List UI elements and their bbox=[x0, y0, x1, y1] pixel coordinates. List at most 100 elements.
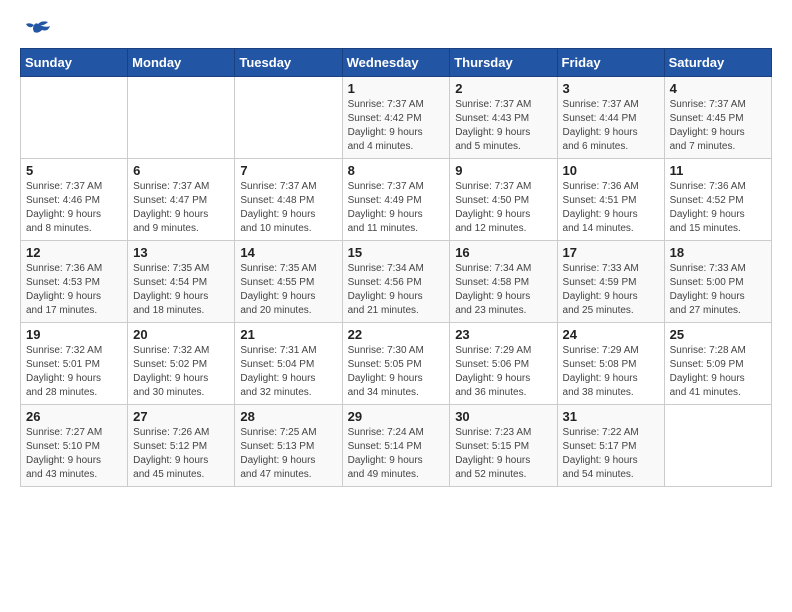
day-number: 16 bbox=[455, 245, 551, 260]
calendar-cell: 22 Sunrise: 7:30 AM Sunset: 5:05 PM Dayli… bbox=[342, 323, 450, 405]
calendar-week-row: 1Sunrise: 7:37 AM Sunset: 4:42 PM Daylig… bbox=[21, 77, 772, 159]
day-info: Sunrise: 7:26 AM Sunset: 5:12 PM Dayligh… bbox=[133, 426, 229, 482]
day-info: Sunrise: 7:36 AM Sunset: 4:52 PM Dayligh… bbox=[670, 180, 766, 236]
calendar-cell: 30 Sunrise: 7:23 AM Sunset: 5:15 PM Dayli… bbox=[450, 405, 557, 487]
day-info: Sunrise: 7:37 AM Sunset: 4:50 PM Dayligh… bbox=[455, 180, 551, 236]
day-number: 7 bbox=[240, 163, 336, 178]
calendar-cell: 14 Sunrise: 7:35 AM Sunset: 4:55 PM Dayli… bbox=[235, 241, 342, 323]
day-info: Sunrise: 7:29 AM Sunset: 5:06 PM Dayligh… bbox=[455, 344, 551, 400]
calendar-cell: 28Sunrise: 7:25 AM Sunset: 5:13 PM Dayli… bbox=[235, 405, 342, 487]
day-info: Sunrise: 7:32 AM Sunset: 5:01 PM Dayligh… bbox=[26, 344, 122, 400]
logo bbox=[20, 20, 52, 38]
day-number: 25 bbox=[670, 327, 766, 342]
day-number: 29 bbox=[348, 409, 445, 424]
day-number: 18 bbox=[670, 245, 766, 260]
day-info: Sunrise: 7:22 AM Sunset: 5:17 PM Dayligh… bbox=[563, 426, 659, 482]
calendar-header: SundayMondayTuesdayWednesdayThursdayFrid… bbox=[21, 49, 772, 77]
calendar-cell: 9 Sunrise: 7:37 AM Sunset: 4:50 PM Daylig… bbox=[450, 159, 557, 241]
day-number: 23 bbox=[455, 327, 551, 342]
calendar-cell: 3 Sunrise: 7:37 AM Sunset: 4:44 PM Daylig… bbox=[557, 77, 664, 159]
day-info: Sunrise: 7:37 AM Sunset: 4:46 PM Dayligh… bbox=[26, 180, 122, 236]
calendar-week-row: 26 Sunrise: 7:27 AM Sunset: 5:10 PM Dayli… bbox=[21, 405, 772, 487]
calendar-week-row: 19 Sunrise: 7:32 AM Sunset: 5:01 PM Dayli… bbox=[21, 323, 772, 405]
logo-bird-icon bbox=[24, 20, 52, 42]
calendar-cell: 15 Sunrise: 7:34 AM Sunset: 4:56 PM Dayli… bbox=[342, 241, 450, 323]
calendar-cell: 6 Sunrise: 7:37 AM Sunset: 4:47 PM Daylig… bbox=[128, 159, 235, 241]
day-number: 20 bbox=[133, 327, 229, 342]
calendar-week-row: 5 Sunrise: 7:37 AM Sunset: 4:46 PM Daylig… bbox=[21, 159, 772, 241]
day-info: Sunrise: 7:33 AM Sunset: 4:59 PM Dayligh… bbox=[563, 262, 659, 318]
day-info: Sunrise: 7:29 AM Sunset: 5:08 PM Dayligh… bbox=[563, 344, 659, 400]
calendar-cell: 27Sunrise: 7:26 AM Sunset: 5:12 PM Dayli… bbox=[128, 405, 235, 487]
day-info: Sunrise: 7:36 AM Sunset: 4:53 PM Dayligh… bbox=[26, 262, 122, 318]
day-number: 2 bbox=[455, 81, 551, 96]
day-number: 9 bbox=[455, 163, 551, 178]
day-info: Sunrise: 7:35 AM Sunset: 4:54 PM Dayligh… bbox=[133, 262, 229, 318]
calendar-cell: 21 Sunrise: 7:31 AM Sunset: 5:04 PM Dayli… bbox=[235, 323, 342, 405]
calendar-table: SundayMondayTuesdayWednesdayThursdayFrid… bbox=[20, 48, 772, 487]
calendar-cell bbox=[235, 77, 342, 159]
day-number: 26 bbox=[26, 409, 122, 424]
day-number: 8 bbox=[348, 163, 445, 178]
day-number: 4 bbox=[670, 81, 766, 96]
day-number: 22 bbox=[348, 327, 445, 342]
weekday-header: Tuesday bbox=[235, 49, 342, 77]
calendar-cell: 18 Sunrise: 7:33 AM Sunset: 5:00 PM Dayli… bbox=[664, 241, 771, 323]
calendar-cell: 17 Sunrise: 7:33 AM Sunset: 4:59 PM Dayli… bbox=[557, 241, 664, 323]
day-info: Sunrise: 7:24 AM Sunset: 5:14 PM Dayligh… bbox=[348, 426, 445, 482]
day-number: 5 bbox=[26, 163, 122, 178]
calendar-cell: 2Sunrise: 7:37 AM Sunset: 4:43 PM Daylig… bbox=[450, 77, 557, 159]
calendar-cell: 12 Sunrise: 7:36 AM Sunset: 4:53 PM Dayli… bbox=[21, 241, 128, 323]
day-info: Sunrise: 7:27 AM Sunset: 5:10 PM Dayligh… bbox=[26, 426, 122, 482]
day-number: 10 bbox=[563, 163, 659, 178]
day-info: Sunrise: 7:30 AM Sunset: 5:05 PM Dayligh… bbox=[348, 344, 445, 400]
calendar-cell: 8 Sunrise: 7:37 AM Sunset: 4:49 PM Daylig… bbox=[342, 159, 450, 241]
weekday-header: Friday bbox=[557, 49, 664, 77]
weekday-header: Saturday bbox=[664, 49, 771, 77]
calendar-cell: 1Sunrise: 7:37 AM Sunset: 4:42 PM Daylig… bbox=[342, 77, 450, 159]
day-number: 19 bbox=[26, 327, 122, 342]
day-info: Sunrise: 7:34 AM Sunset: 4:58 PM Dayligh… bbox=[455, 262, 551, 318]
calendar-cell: 25Sunrise: 7:28 AM Sunset: 5:09 PM Dayli… bbox=[664, 323, 771, 405]
day-info: Sunrise: 7:37 AM Sunset: 4:47 PM Dayligh… bbox=[133, 180, 229, 236]
day-info: Sunrise: 7:37 AM Sunset: 4:44 PM Dayligh… bbox=[563, 98, 659, 154]
day-number: 17 bbox=[563, 245, 659, 260]
day-info: Sunrise: 7:25 AM Sunset: 5:13 PM Dayligh… bbox=[240, 426, 336, 482]
day-number: 30 bbox=[455, 409, 551, 424]
calendar-cell: 24 Sunrise: 7:29 AM Sunset: 5:08 PM Dayli… bbox=[557, 323, 664, 405]
day-number: 31 bbox=[563, 409, 659, 424]
day-info: Sunrise: 7:32 AM Sunset: 5:02 PM Dayligh… bbox=[133, 344, 229, 400]
day-number: 3 bbox=[563, 81, 659, 96]
day-number: 24 bbox=[563, 327, 659, 342]
day-number: 21 bbox=[240, 327, 336, 342]
day-info: Sunrise: 7:34 AM Sunset: 4:56 PM Dayligh… bbox=[348, 262, 445, 318]
day-info: Sunrise: 7:37 AM Sunset: 4:42 PM Dayligh… bbox=[348, 98, 445, 154]
calendar-cell: 16 Sunrise: 7:34 AM Sunset: 4:58 PM Dayli… bbox=[450, 241, 557, 323]
weekday-header: Sunday bbox=[21, 49, 128, 77]
day-info: Sunrise: 7:33 AM Sunset: 5:00 PM Dayligh… bbox=[670, 262, 766, 318]
day-number: 15 bbox=[348, 245, 445, 260]
calendar-cell: 5 Sunrise: 7:37 AM Sunset: 4:46 PM Daylig… bbox=[21, 159, 128, 241]
calendar-cell: 23 Sunrise: 7:29 AM Sunset: 5:06 PM Dayli… bbox=[450, 323, 557, 405]
day-number: 12 bbox=[26, 245, 122, 260]
calendar-cell bbox=[664, 405, 771, 487]
calendar-cell: 13 Sunrise: 7:35 AM Sunset: 4:54 PM Dayli… bbox=[128, 241, 235, 323]
day-number: 6 bbox=[133, 163, 229, 178]
weekday-header: Wednesday bbox=[342, 49, 450, 77]
calendar-week-row: 12 Sunrise: 7:36 AM Sunset: 4:53 PM Dayli… bbox=[21, 241, 772, 323]
day-number: 13 bbox=[133, 245, 229, 260]
day-info: Sunrise: 7:35 AM Sunset: 4:55 PM Dayligh… bbox=[240, 262, 336, 318]
calendar-cell: 20 Sunrise: 7:32 AM Sunset: 5:02 PM Dayli… bbox=[128, 323, 235, 405]
day-info: Sunrise: 7:31 AM Sunset: 5:04 PM Dayligh… bbox=[240, 344, 336, 400]
calendar-cell: 26 Sunrise: 7:27 AM Sunset: 5:10 PM Dayli… bbox=[21, 405, 128, 487]
calendar-cell: 4Sunrise: 7:37 AM Sunset: 4:45 PM Daylig… bbox=[664, 77, 771, 159]
day-number: 14 bbox=[240, 245, 336, 260]
day-info: Sunrise: 7:37 AM Sunset: 4:49 PM Dayligh… bbox=[348, 180, 445, 236]
page-header bbox=[20, 20, 772, 38]
calendar-cell: 11 Sunrise: 7:36 AM Sunset: 4:52 PM Dayli… bbox=[664, 159, 771, 241]
day-info: Sunrise: 7:23 AM Sunset: 5:15 PM Dayligh… bbox=[455, 426, 551, 482]
weekday-header: Thursday bbox=[450, 49, 557, 77]
calendar-cell: 29 Sunrise: 7:24 AM Sunset: 5:14 PM Dayli… bbox=[342, 405, 450, 487]
weekday-header: Monday bbox=[128, 49, 235, 77]
day-number: 11 bbox=[670, 163, 766, 178]
